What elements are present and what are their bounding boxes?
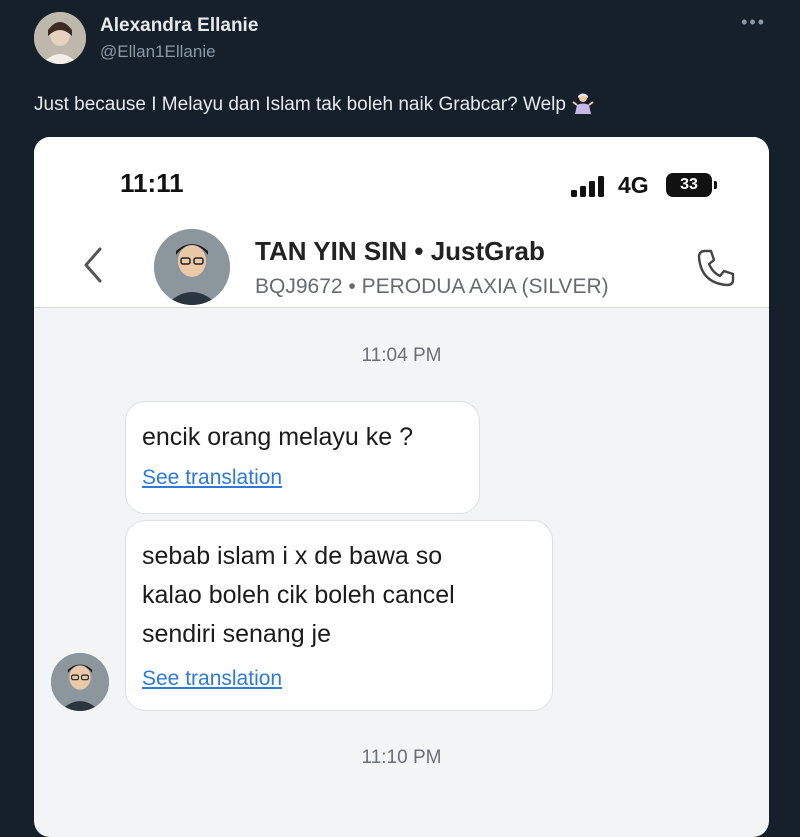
signal-icon (571, 176, 604, 197)
message-timestamp: 11:04 PM (361, 345, 442, 366)
message-text: sendiri senang je (142, 620, 332, 648)
battery-nub (714, 181, 717, 189)
driver-avatar[interactable] (154, 229, 230, 305)
tweet-text-content: Just because I Melayu dan Islam tak bole… (34, 94, 566, 115)
tweet-text: Just because I Melayu dan Islam tak bole… (34, 92, 594, 116)
person-shrugging-emoji (572, 92, 594, 114)
message-timestamp: 11:10 PM (361, 747, 442, 768)
message-text: encik orang melayu ke ? (142, 423, 413, 451)
see-translation-link[interactable]: See translation (142, 666, 282, 692)
more-horizontal-icon[interactable]: ••• (741, 12, 766, 33)
message-bubble: sebab islam i x de bawa so kalao boleh c… (125, 520, 553, 711)
tweet-media[interactable]: 11:11 4G 33 TAN YIN SIN • JustGrab BQJ96… (34, 137, 769, 837)
chevron-left-icon[interactable] (78, 245, 108, 285)
car-info: BQJ9672 • PERODUA AXIA (SILVER) (255, 275, 609, 298)
status-time: 11:11 (120, 168, 184, 198)
author-name[interactable]: Alexandra Ellanie (100, 15, 258, 37)
message-text: kalao boleh cik boleh cancel (142, 581, 455, 609)
message-text: sebab islam i x de bawa so (142, 542, 443, 570)
network-label: 4G (618, 172, 649, 198)
driver-name: TAN YIN SIN • JustGrab (255, 236, 545, 266)
author-handle[interactable]: @Ellan1Ellanie (100, 42, 216, 62)
battery-icon: 33 (666, 173, 712, 197)
phone-call-icon[interactable] (695, 247, 737, 289)
see-translation-link[interactable]: See translation (142, 465, 282, 491)
sender-avatar[interactable] (51, 653, 109, 711)
message-bubble: encik orang melayu ke ? See translation (125, 401, 480, 514)
author-avatar[interactable] (34, 12, 86, 64)
